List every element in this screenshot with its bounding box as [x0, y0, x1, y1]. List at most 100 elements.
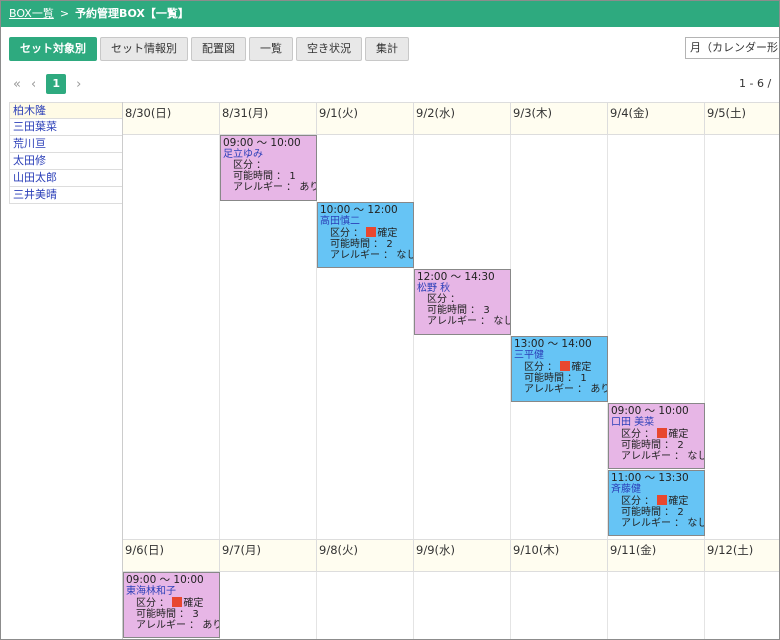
event-allergy-row: アレルギー ： なし: [320, 250, 413, 261]
day-cell[interactable]: [414, 135, 511, 539]
event-allergy: なし: [493, 316, 510, 327]
event-hours: 1: [289, 171, 296, 182]
reservation-event[interactable]: 12:00 ～ 14:30松野 秋区分 ：可能時間 ： 3アレルギー ： なし: [414, 269, 511, 335]
person-list: 柏木隆 三田葉菜 荒川亘 太田修 山田太郎 三井美晴: [9, 102, 122, 204]
hours-label: 可能時間 ：: [136, 609, 190, 620]
day-cell[interactable]: [705, 135, 779, 539]
hours-label: 可能時間 ：: [621, 440, 675, 451]
tab-list[interactable]: 一覧: [249, 37, 293, 61]
allergy-label: アレルギー ：: [621, 451, 685, 462]
day-cell[interactable]: [608, 572, 705, 639]
event-allergy-row: アレルギー ： なし: [611, 451, 704, 462]
prev-page-icon[interactable]: ‹: [31, 77, 36, 92]
day-header: 9/10(木): [511, 539, 608, 572]
event-hours: 2: [677, 507, 684, 518]
view-tabs: セット対象別 セット情報別 配置図 一覧 空き状況 集計: [9, 37, 412, 61]
page-title: 予約管理BOX【一覧】: [75, 7, 189, 20]
event-hours-row: 可能時間 ： 1: [223, 171, 314, 182]
hours-label: 可能時間 ：: [233, 171, 287, 182]
event-allergy: なし: [396, 250, 413, 261]
person-item[interactable]: 太田修: [9, 153, 122, 170]
event-person-link[interactable]: 高田慎二: [320, 216, 411, 227]
event-allergy-row: アレルギー ： あり: [126, 620, 219, 631]
person-item[interactable]: 荒川亘: [9, 136, 122, 153]
event-allergy: あり: [590, 384, 607, 395]
day-header: 9/4(金): [608, 102, 705, 135]
event-time: 09:00 ～ 10:00: [223, 137, 301, 149]
person-item[interactable]: 三井美晴: [9, 187, 122, 204]
event-hours-row: 可能時間 ： 2: [320, 239, 411, 250]
kubun-label: 区分 ：: [330, 228, 364, 239]
reservation-event[interactable]: 13:00 ～ 14:00 三平健 区分 ： 確定 可能時間 ： 1 アレルギー ： あ…: [511, 336, 608, 402]
event-kubun-row: 区分 ：: [223, 160, 314, 171]
person-item[interactable]: 山田太郎: [9, 170, 122, 187]
day-cell[interactable]: [317, 572, 414, 639]
allergy-label: アレルギー ：: [330, 250, 394, 261]
event-person-link[interactable]: 斉藤健: [611, 484, 702, 495]
event-person-link[interactable]: 口田 美菜: [611, 417, 702, 428]
next-page-icon[interactable]: ›: [76, 77, 81, 92]
hours-label: 可能時間 ：: [621, 507, 675, 518]
event-time: 12:00 ～ 14:30: [417, 271, 495, 283]
confirmed-mark-icon: [366, 227, 377, 237]
day-header: 9/1(火): [317, 102, 414, 135]
kubun-label: 区分 ：: [621, 496, 655, 507]
event-kubun-row: 区分 ： 確定: [320, 227, 411, 239]
reservation-event[interactable]: 11:00 ～ 13:30 斉藤健 区分 ： 確定 可能時間 ： 2 アレルギー ： な…: [608, 470, 705, 536]
tab-set-info[interactable]: セット情報別: [100, 37, 188, 61]
confirmed-mark-icon: [657, 495, 668, 505]
reservation-event[interactable]: 09:00 ～ 10:00 口田 美菜 区分 ： 確定 可能時間 ： 2 アレルギー ：…: [608, 403, 705, 469]
day-cell[interactable]: [511, 572, 608, 639]
kubun-label: 区分 ：: [427, 294, 461, 305]
event-kubun-row: 区分 ： 確定: [126, 597, 217, 609]
event-hours: 3: [483, 305, 490, 316]
event-allergy-row: アレルギー ： あり: [223, 182, 316, 193]
event-hours-row: 可能時間 ： 2: [611, 440, 702, 451]
tab-layout[interactable]: 配置図: [191, 37, 246, 61]
event-kubun-row: 区分 ： 確定: [611, 495, 702, 507]
person-item[interactable]: 三田葉菜: [9, 119, 122, 136]
calendar-view-select[interactable]: 月（カレンダー形: [685, 37, 779, 59]
event-person-link[interactable]: 東海林和子: [126, 586, 217, 597]
event-person-link[interactable]: 松野 秋: [417, 283, 508, 294]
day-header: 9/3(木): [511, 102, 608, 135]
event-kubun-row: 区分 ： 確定: [514, 361, 605, 373]
tab-availability[interactable]: 空き状況: [296, 37, 362, 61]
event-allergy-row: アレルギー ： あり: [514, 384, 607, 395]
tab-summary[interactable]: 集計: [365, 37, 409, 61]
event-person-link[interactable]: 三平健: [514, 350, 605, 361]
breadcrumb: BOX一覧 > 予約管理BOX【一覧】: [1, 1, 779, 27]
page-number-button[interactable]: 1: [46, 74, 67, 94]
day-cell[interactable]: [705, 572, 779, 639]
person-item[interactable]: 柏木隆: [9, 102, 122, 119]
confirmed-mark-icon: [560, 361, 571, 371]
event-time: 13:00 ～ 14:00: [514, 338, 592, 350]
day-cell[interactable]: [317, 135, 414, 539]
reservation-event[interactable]: 09:00 ～ 10:00 東海林和子 区分 ： 確定 可能時間 ： 3 アレルギー ：…: [123, 572, 220, 638]
tab-set-target[interactable]: セット対象別: [9, 37, 97, 61]
event-time: 09:00 ～ 10:00: [611, 405, 689, 417]
confirmed-mark-icon: [657, 428, 668, 438]
event-time: 10:00 ～ 12:00: [320, 204, 398, 216]
event-allergy: あり: [202, 620, 219, 631]
allergy-label: アレルギー ：: [233, 182, 297, 193]
reservation-event[interactable]: 09:00 ～ 10:00足立ゆみ区分 ：可能時間 ： 1アレルギー ： あり: [220, 135, 317, 201]
event-allergy: あり: [299, 182, 316, 193]
breadcrumb-parent-link[interactable]: BOX一覧: [9, 7, 54, 20]
allergy-label: アレルギー ：: [621, 518, 685, 529]
day-cell[interactable]: [220, 572, 317, 639]
event-hours-row: 可能時間 ： 1: [514, 373, 605, 384]
event-status: 確定: [183, 598, 204, 609]
kubun-label: 区分 ：: [136, 598, 170, 609]
event-person-link[interactable]: 足立ゆみ: [223, 149, 314, 160]
kubun-label: 区分 ：: [621, 429, 655, 440]
event-hours-row: 可能時間 ： 3: [417, 305, 508, 316]
first-page-icon[interactable]: «: [13, 77, 21, 92]
event-time: 11:00 ～ 13:30: [611, 472, 689, 484]
day-header: 9/2(水): [414, 102, 511, 135]
day-cell[interactable]: [414, 572, 511, 639]
allergy-label: アレルギー ：: [136, 620, 200, 631]
day-cell[interactable]: [123, 135, 220, 539]
reservation-event[interactable]: 10:00 ～ 12:00 高田慎二 区分 ： 確定 可能時間 ： 2 アレルギー ： …: [317, 202, 414, 268]
event-status: 確定: [668, 429, 689, 440]
